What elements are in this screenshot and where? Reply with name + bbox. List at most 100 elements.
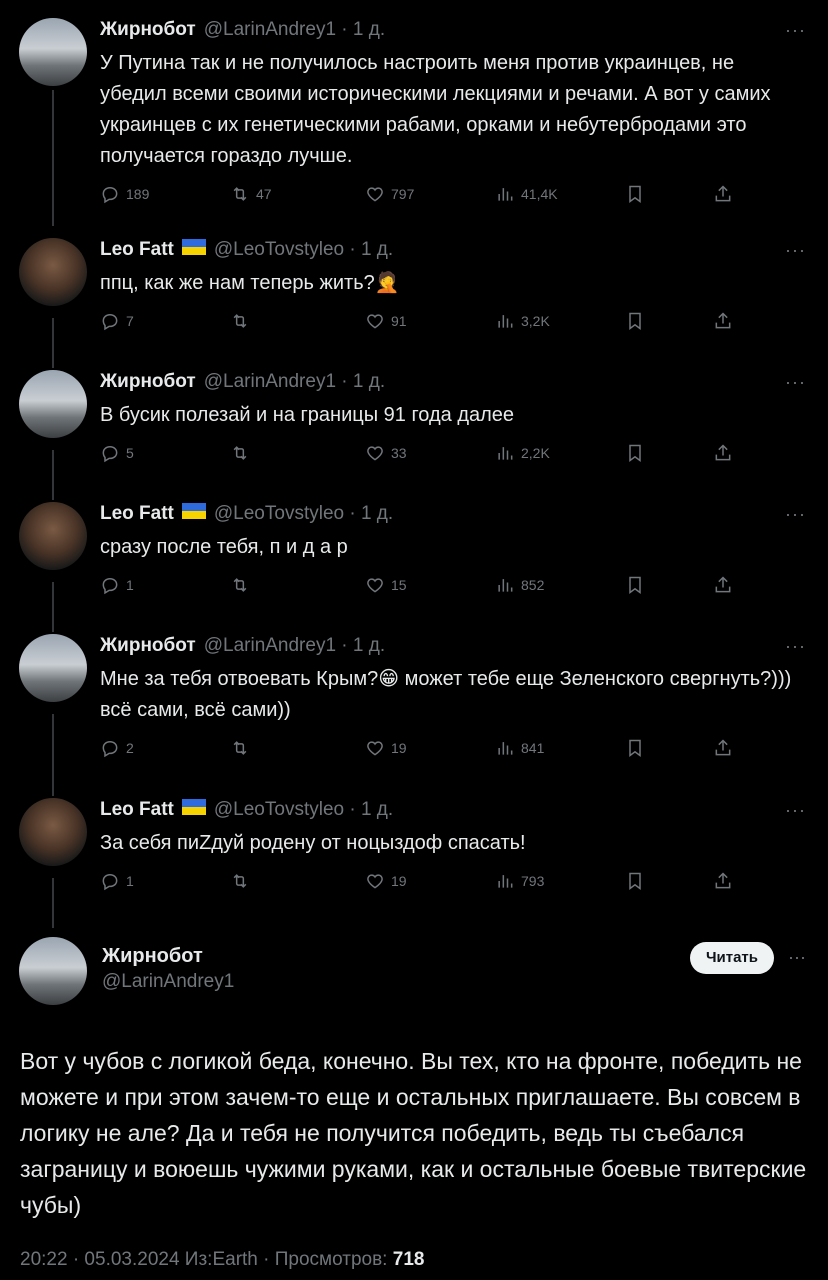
main-tweet-header: Жирнобот @LarinAndrey1 Читать ···	[0, 937, 828, 1007]
retweet-button[interactable]	[230, 738, 365, 758]
views-button[interactable]: 2,2K	[495, 443, 625, 463]
avatar[interactable]	[19, 370, 87, 438]
reply-tweet[interactable]: Жирнобот @LarinAndrey1 · 1 д. ··· В буси…	[0, 370, 828, 465]
like-count: 91	[391, 313, 407, 329]
avatar[interactable]	[19, 502, 87, 570]
avatar[interactable]	[19, 634, 87, 702]
like-button[interactable]: 91	[365, 311, 495, 331]
reply-button[interactable]: 189	[100, 184, 230, 204]
share-button[interactable]	[713, 738, 739, 758]
more-options-icon[interactable]: ···	[785, 636, 806, 657]
tweet-header: Leo Fatt @LeoTovstyleo · 1 д.	[100, 798, 804, 822]
tweet-header: Leo Fatt @LeoTovstyleo · 1 д.	[100, 502, 804, 526]
share-icon	[715, 444, 731, 461]
action-bar: 189 47 797 41,4K	[100, 182, 804, 206]
reply-button[interactable]: 7	[100, 311, 230, 331]
bookmark-icon	[629, 739, 641, 757]
bookmark-button[interactable]	[625, 575, 713, 595]
views-button[interactable]: 841	[495, 738, 625, 758]
reply-count: 5	[126, 445, 134, 461]
like-button[interactable]: 19	[365, 871, 495, 891]
follow-button[interactable]: Читать	[689, 942, 774, 974]
like-count: 15	[391, 577, 407, 593]
views-count: 41,4K	[521, 186, 558, 202]
avatar[interactable]	[19, 798, 87, 866]
reply-tweet[interactable]: Leo Fatt @LeoTovstyleo · 1 д. ··· ппц, к…	[0, 238, 828, 333]
retweet-button[interactable]	[230, 443, 365, 463]
tweet-header: Leo Fatt @LeoTovstyleo · 1 д.	[100, 238, 804, 262]
views-button[interactable]: 41,4K	[495, 184, 625, 204]
share-button[interactable]	[713, 184, 739, 204]
like-button[interactable]: 33	[365, 443, 495, 463]
retweet-icon	[233, 874, 247, 888]
ukraine-flag-icon	[181, 239, 206, 255]
avatar[interactable]	[19, 238, 87, 306]
author-handle[interactable]: @LeoTovstyleo · 1 д.	[214, 502, 393, 526]
reply-count: 2	[126, 740, 134, 756]
reply-icon	[102, 186, 118, 204]
main-tweet-text: Вот у чубов с логикой беда, конечно. Вы …	[20, 1048, 807, 1218]
views-icon	[498, 875, 513, 888]
like-button[interactable]: 19	[365, 738, 495, 758]
author-name[interactable]: Leo Fatt	[100, 502, 174, 526]
author-handle[interactable]: @LarinAndrey1 · 1 д.	[204, 370, 385, 394]
like-button[interactable]: 15	[365, 575, 495, 595]
retweet-button[interactable]	[230, 311, 365, 331]
author-handle[interactable]: @LarinAndrey1 · 1 д.	[204, 18, 385, 42]
author-name[interactable]: Leo Fatt	[100, 238, 174, 262]
action-bar: 7 91 3,2K	[100, 309, 804, 333]
reply-tweet[interactable]: Жирнобот @LarinAndrey1 · 1 д. ··· Мне за…	[0, 634, 828, 760]
views-button[interactable]: 793	[495, 871, 625, 891]
share-button[interactable]	[713, 575, 739, 595]
reply-tweet[interactable]: Жирнобот @LarinAndrey1 · 1 д. ··· У Пути…	[0, 18, 828, 206]
author-name[interactable]: Leo Fatt	[100, 798, 174, 822]
like-icon	[367, 741, 383, 756]
action-bar: 5 33 2,2K	[100, 441, 804, 465]
bookmark-button[interactable]	[625, 871, 713, 891]
author-handle[interactable]: @LeoTovstyleo · 1 д.	[214, 238, 393, 262]
bookmark-button[interactable]	[625, 184, 713, 204]
retweet-button[interactable]	[230, 575, 365, 595]
more-options-icon[interactable]: ···	[785, 800, 806, 821]
share-button[interactable]	[713, 443, 739, 463]
more-options-icon[interactable]: ···	[788, 947, 806, 968]
bookmark-button[interactable]	[625, 443, 713, 463]
like-button[interactable]: 797	[365, 184, 495, 204]
bookmark-icon	[629, 312, 641, 330]
author-name[interactable]: Жирнобот	[100, 370, 196, 394]
author-handle[interactable]: @LarinAndrey1 · 1 д.	[204, 634, 385, 658]
avatar[interactable]	[19, 18, 87, 86]
like-icon	[367, 874, 383, 889]
like-icon	[367, 446, 383, 461]
views-total: 718	[392, 1249, 425, 1270]
reply-button[interactable]: 1	[100, 575, 230, 595]
reply-button[interactable]: 1	[100, 871, 230, 891]
tweet-header: Жирнобот @LarinAndrey1 · 1 д.	[100, 634, 804, 658]
retweet-button[interactable]: 47	[230, 184, 365, 204]
share-icon	[715, 185, 731, 202]
bookmark-button[interactable]	[625, 311, 713, 331]
reply-tweet[interactable]: Leo Fatt @LeoTovstyleo · 1 д. ··· сразу …	[0, 502, 828, 597]
tweet-text: В бусик полезай и на границы 91 года дал…	[100, 404, 515, 426]
bookmark-icon	[629, 444, 641, 462]
author-name[interactable]: Жирнобот	[100, 18, 196, 42]
more-options-icon[interactable]: ···	[785, 20, 806, 41]
views-icon	[498, 315, 513, 328]
reply-button[interactable]: 5	[100, 443, 230, 463]
author-handle[interactable]: @LeoTovstyleo · 1 д.	[214, 798, 393, 822]
more-options-icon[interactable]: ···	[785, 372, 806, 393]
reply-button[interactable]: 2	[100, 738, 230, 758]
share-button[interactable]	[713, 311, 739, 331]
bookmark-button[interactable]	[625, 738, 713, 758]
views-button[interactable]: 3,2K	[495, 311, 625, 331]
reply-icon	[102, 740, 118, 758]
reply-tweet[interactable]: Leo Fatt @LeoTovstyleo · 1 д. ··· За себ…	[0, 798, 828, 893]
timestamp-location[interactable]: 20:22 · 05.03.2024 Из:Earth · Просмотров…	[20, 1249, 387, 1270]
retweet-button[interactable]	[230, 871, 365, 891]
views-button[interactable]: 852	[495, 575, 625, 595]
more-options-icon[interactable]: ···	[785, 240, 806, 261]
share-button[interactable]	[713, 871, 739, 891]
more-options-icon[interactable]: ···	[785, 504, 806, 525]
tweet-text: За себя пиZдуй родену от ноцыздоф спасат…	[100, 832, 526, 854]
author-name[interactable]: Жирнобот	[100, 634, 196, 658]
